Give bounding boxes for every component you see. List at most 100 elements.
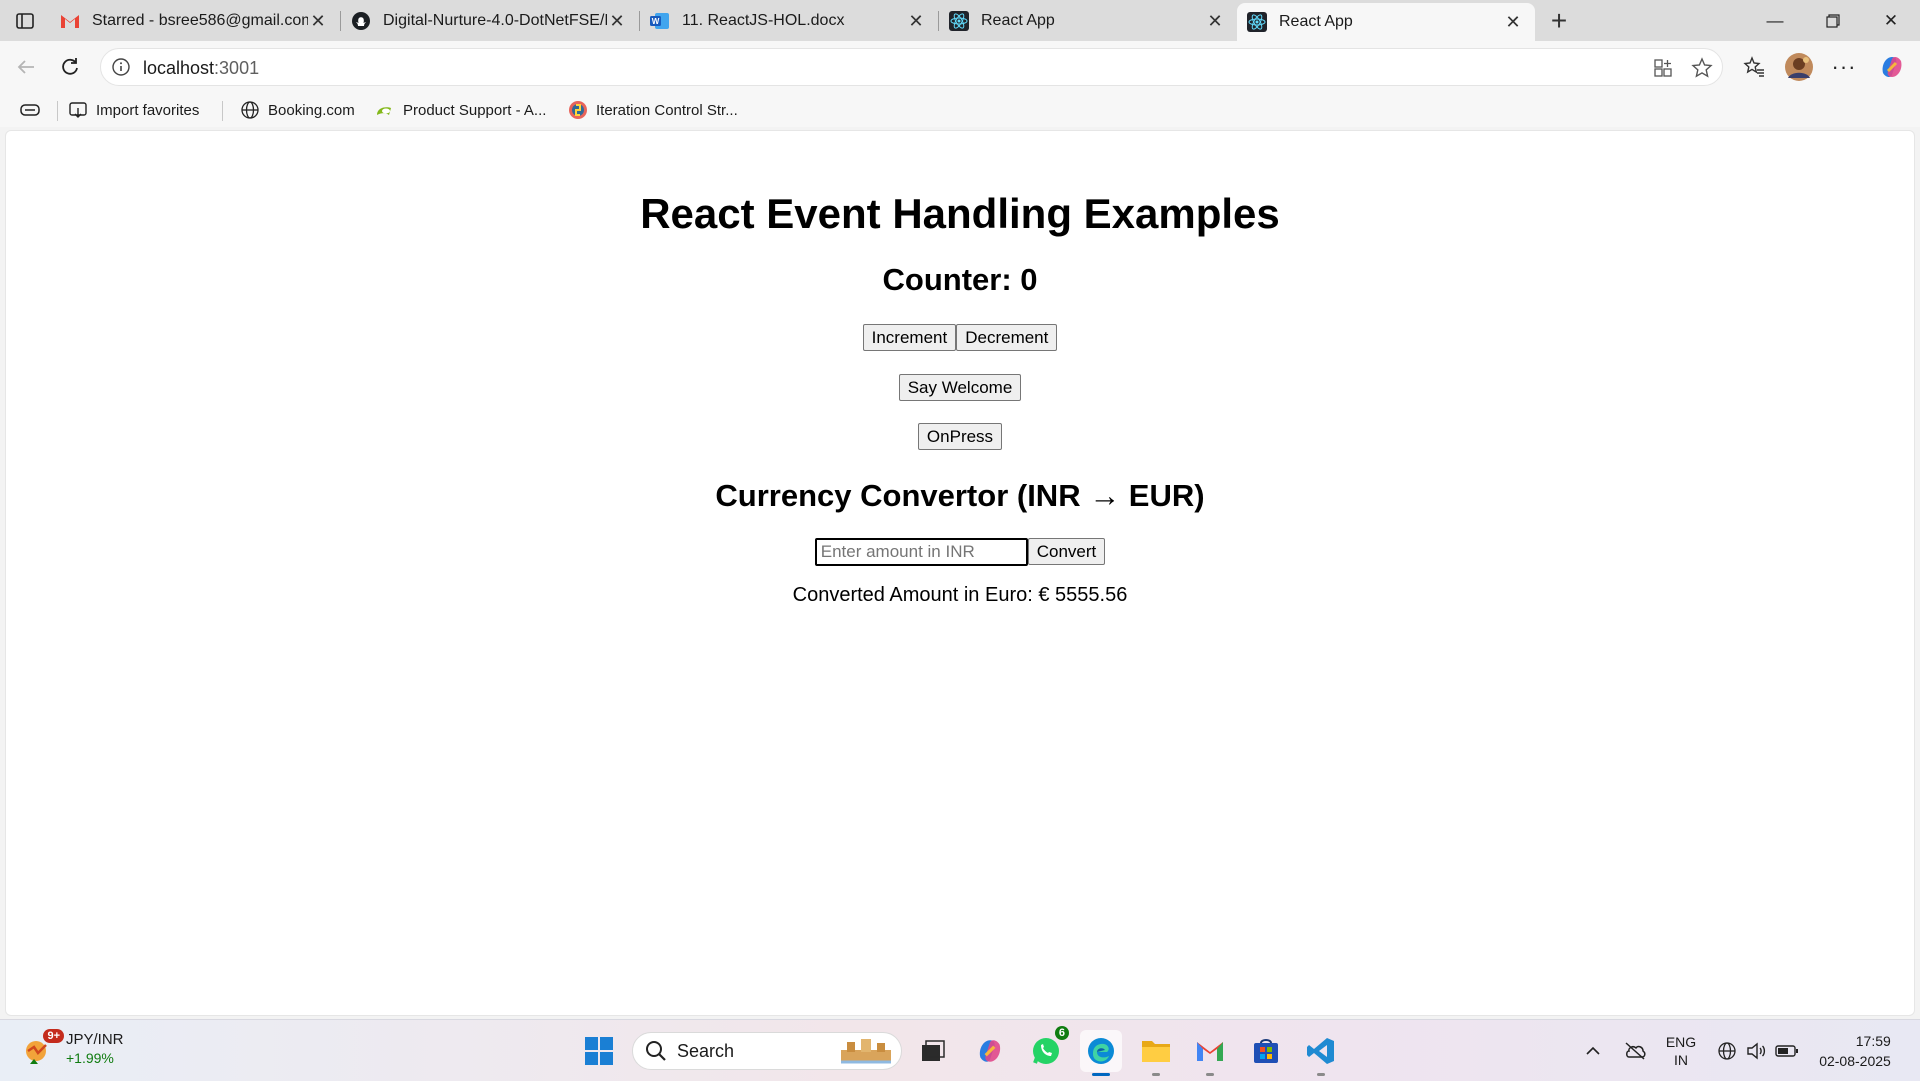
running-indicator: [1206, 1073, 1214, 1076]
url-text[interactable]: localhost:3001: [143, 58, 259, 79]
tab-title: React App: [981, 12, 1055, 29]
fav-import-favorites[interactable]: Import favorites: [68, 97, 199, 123]
import-icon: [68, 100, 88, 120]
active-indicator: [1092, 1073, 1110, 1076]
vscode-button[interactable]: [1300, 1030, 1342, 1076]
favorite-star-icon[interactable]: [1690, 56, 1714, 80]
url-host: localhost: [143, 58, 215, 78]
onpress-button[interactable]: OnPress: [917, 423, 1003, 450]
tab-github[interactable]: Digital-Nurture-4.0-DotNetFSE/D ✕: [341, 4, 639, 38]
profile-button[interactable]: [1781, 49, 1817, 85]
divider: [222, 101, 223, 121]
copilot-button[interactable]: [1874, 49, 1910, 85]
task-view-button[interactable]: [912, 1030, 954, 1072]
onpress-row: OnPress: [6, 423, 1914, 450]
more-dots-icon: ···: [1831, 54, 1857, 79]
address-bar[interactable]: localhost:3001: [100, 48, 1723, 86]
language-code: ENG: [1665, 1033, 1697, 1050]
converted-amount-text: Converted Amount in Euro: € 5555.56: [792, 584, 1128, 606]
tab-word-doc[interactable]: W 11. ReactJS-HOL.docx ✕: [640, 4, 938, 38]
favorites-bar: Import favorites Booking.com Product Sup…: [0, 93, 1920, 127]
close-tab-icon[interactable]: ✕: [308, 11, 328, 31]
file-explorer-button[interactable]: [1135, 1030, 1177, 1076]
network-button[interactable]: [1712, 1020, 1742, 1081]
search-highlight-icon: [841, 1039, 891, 1064]
widget-change: +1.99%: [66, 1050, 114, 1066]
tab-gmail[interactable]: Starred - bsree586@gmail.com - G ✕: [50, 4, 340, 38]
back-arrow-icon: [17, 60, 34, 74]
say-welcome-button[interactable]: Say Welcome: [898, 374, 1022, 401]
gmail-taskbar-button[interactable]: [1189, 1030, 1231, 1076]
widget-ticker: JPY/INR: [66, 1031, 124, 1048]
currency-convertor-heading: Currency Convertor (INR → EUR): [715, 478, 1205, 513]
fav-label: Iteration Control Str...: [596, 101, 738, 119]
volume-button[interactable]: [1742, 1020, 1772, 1081]
battery-icon: [1775, 1044, 1798, 1057]
page-title: React Event Handling Examples: [640, 190, 1280, 237]
convert-form: Convert: [6, 538, 1914, 566]
reading-view-button[interactable]: [20, 97, 40, 123]
minimize-button[interactable]: —: [1746, 0, 1804, 41]
fav-iteration-control[interactable]: Iteration Control Str...: [568, 97, 738, 123]
tab-title: Starred - bsree586@gmail.com - G: [92, 12, 308, 29]
favorites-list-icon: [1743, 56, 1764, 77]
copilot-taskbar-button[interactable]: [969, 1030, 1011, 1072]
folder-icon: [1142, 1041, 1170, 1062]
close-window-button[interactable]: ✕: [1862, 0, 1920, 41]
vscode-icon: [1307, 1038, 1334, 1064]
close-tab-icon[interactable]: ✕: [1503, 12, 1523, 32]
store-button[interactable]: [1245, 1030, 1287, 1072]
favorites-button[interactable]: [1736, 49, 1772, 85]
tab-react-app[interactable]: React App ✕: [939, 4, 1237, 38]
back-button[interactable]: [8, 49, 44, 85]
refresh-button[interactable]: [52, 49, 88, 85]
chevron-up-icon: [1586, 1046, 1600, 1055]
increment-button[interactable]: Increment: [862, 324, 957, 351]
whatsapp-badge: 6: [1054, 1026, 1069, 1040]
running-indicator: [1152, 1073, 1160, 1076]
minimize-icon: —: [1766, 10, 1784, 30]
taskbar-search[interactable]: Search: [632, 1032, 902, 1070]
close-tab-icon[interactable]: ✕: [1205, 11, 1225, 31]
speaker-icon: [1747, 1042, 1766, 1059]
counter-buttons: Increment Decrement: [6, 324, 1914, 351]
tab-react-app-active[interactable]: React App ✕: [1237, 3, 1535, 41]
close-tab-icon[interactable]: ✕: [906, 11, 926, 31]
onedrive-button[interactable]: [1618, 1020, 1652, 1081]
github-icon: [351, 11, 371, 31]
fav-product-support[interactable]: Product Support - A...: [375, 97, 546, 123]
clock-button[interactable]: 17:59 02-08-2025: [1810, 1020, 1900, 1081]
globe-icon: [240, 100, 260, 120]
language-region: IN: [1674, 1051, 1688, 1068]
edge-button[interactable]: [1080, 1030, 1122, 1076]
close-tab-icon[interactable]: ✕: [607, 11, 627, 31]
market-widget-icon: 9+: [20, 1029, 64, 1067]
start-button[interactable]: [578, 1030, 620, 1072]
decrement-button[interactable]: Decrement: [956, 324, 1058, 351]
convert-button[interactable]: Convert: [1027, 538, 1106, 565]
app-available-icon[interactable]: [1651, 56, 1675, 80]
tab-actions-button[interactable]: [0, 0, 50, 41]
widgets-button[interactable]: 9+ JPY/INR +1.99%: [20, 1029, 124, 1068]
acer-icon: [375, 100, 395, 120]
new-tab-button[interactable]: +: [1539, 2, 1579, 40]
gmail-icon: [60, 11, 80, 31]
inr-amount-input[interactable]: [814, 538, 1028, 566]
counter-display: Counter: 0: [882, 262, 1038, 297]
restore-button[interactable]: [1804, 0, 1862, 41]
welcome-row: Say Welcome: [6, 374, 1914, 401]
site-info-icon[interactable]: [111, 57, 131, 77]
input-language-button[interactable]: ENG IN: [1660, 1020, 1702, 1081]
settings-more-button[interactable]: ···: [1826, 49, 1862, 85]
windows-logo-icon: [585, 1037, 613, 1065]
whatsapp-button[interactable]: 6: [1025, 1026, 1069, 1072]
fav-booking[interactable]: Booking.com: [240, 97, 355, 123]
tab-title: React App: [1279, 13, 1353, 30]
tab-actions-icon: [16, 12, 34, 29]
search-label: Search: [677, 1040, 735, 1061]
show-hidden-icons-button[interactable]: [1578, 1020, 1608, 1081]
battery-button[interactable]: [1772, 1020, 1802, 1081]
task-view-icon: [922, 1040, 945, 1061]
svg-text:W: W: [652, 17, 660, 26]
clock-date: 02-08-2025: [1819, 1052, 1891, 1069]
